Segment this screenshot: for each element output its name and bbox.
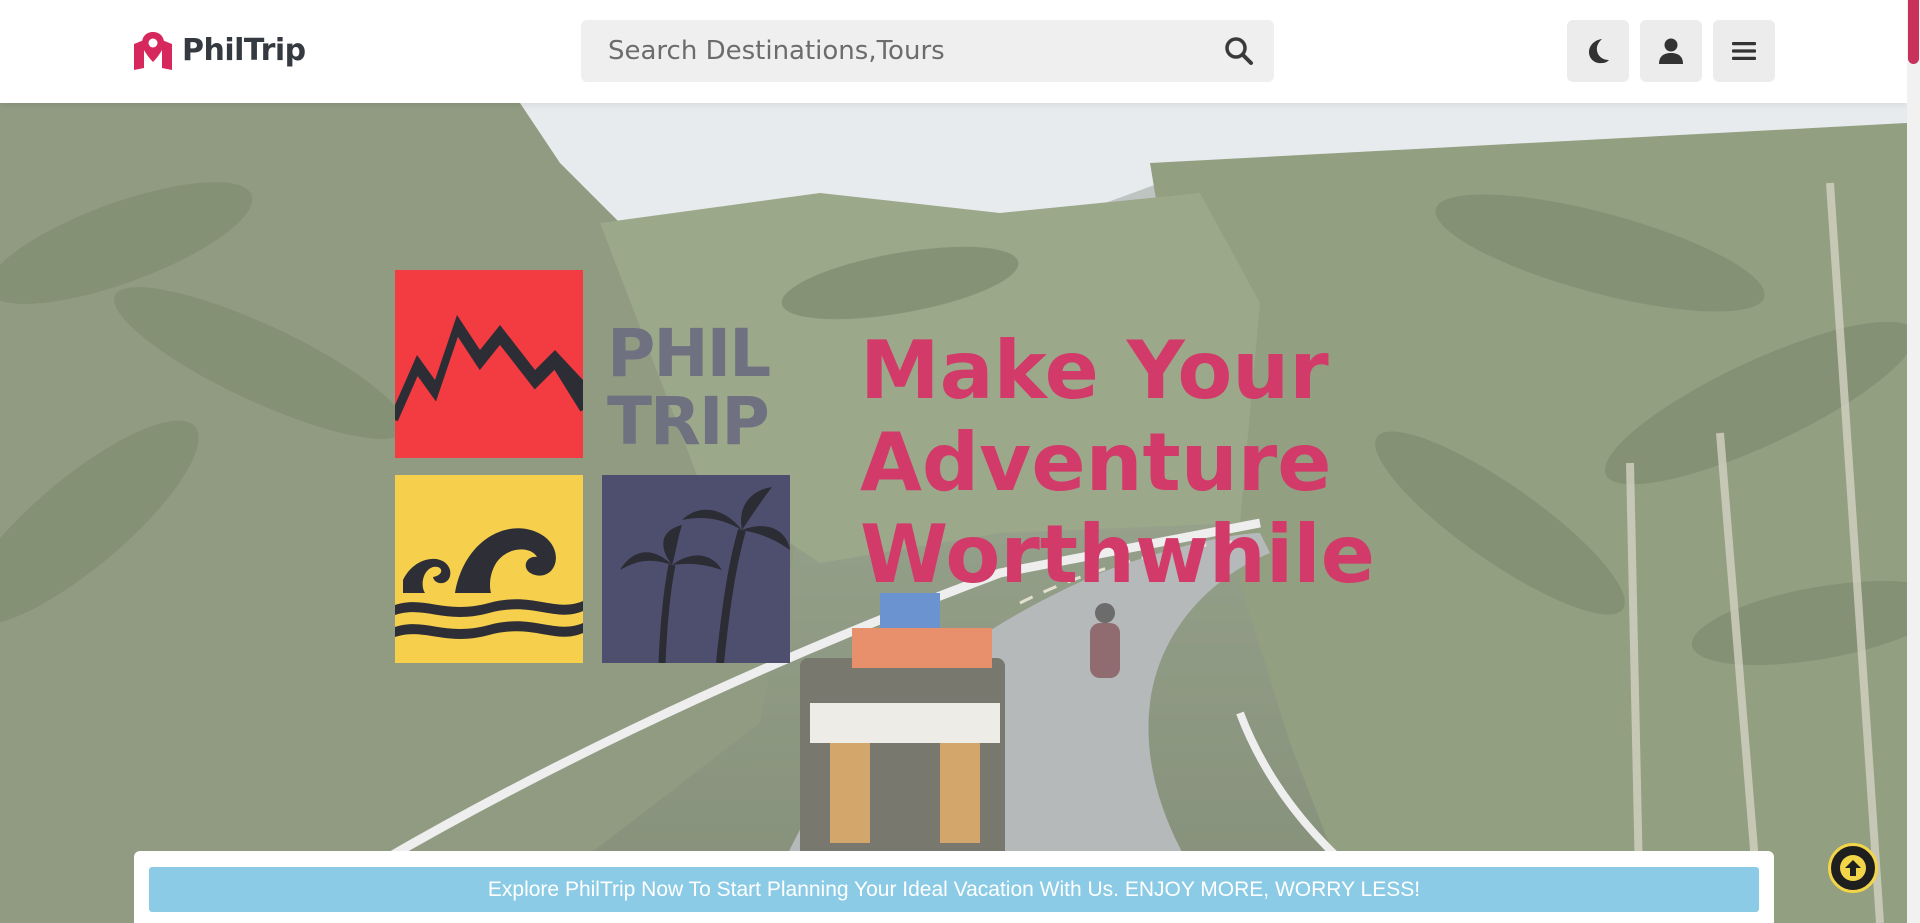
page-scrollbar[interactable] [1907,0,1920,923]
logo-wordmark: PHIL TRIP [607,315,771,460]
headline-line2: Worthwhile [860,508,1375,601]
headline-line1: Make Your Adventure [860,324,1332,509]
cta-banner[interactable]: Explore PhilTrip Now To Start Planning Y… [149,867,1759,912]
brand-name: PhilTrip [182,32,306,68]
philtrip-logo: PHIL TRIP [392,270,790,665]
logo-word-line1: PHIL [607,315,771,392]
hero-headline: Make Your Adventure Worthwhile [860,325,1760,601]
arrow-up-icon [1840,855,1866,881]
moon-icon [1589,39,1609,64]
hamburger-icon [1732,42,1756,60]
map-pin-icon [134,32,172,70]
wave-icon [395,528,583,639]
wave-tile [395,475,583,663]
mountain-tile [392,270,586,458]
palm-tree-icon [620,487,790,664]
scrollbar-thumb[interactable] [1908,0,1919,64]
cta-panel: Explore PhilTrip Now To Start Planning Y… [134,851,1774,923]
search-bar [581,20,1274,82]
brand-logo[interactable]: PhilTrip [132,30,306,70]
search-input[interactable] [581,20,1201,82]
cta-text: Explore PhilTrip Now To Start Planning Y… [487,877,1421,901]
search-icon[interactable] [1224,36,1254,66]
palm-tile [602,475,790,664]
hero-section: PHIL TRIP Make Your Adventure Worthwhile [0,103,1907,923]
account-button[interactable] [1640,20,1702,82]
back-to-top-button[interactable] [1828,843,1878,893]
mountain-icon [392,315,586,422]
menu-button[interactable] [1713,20,1775,82]
logo-word-line2: TRIP [607,383,770,460]
dark-mode-button[interactable] [1567,20,1629,82]
user-icon [1659,38,1683,64]
site-header: PhilTrip [0,0,1907,103]
